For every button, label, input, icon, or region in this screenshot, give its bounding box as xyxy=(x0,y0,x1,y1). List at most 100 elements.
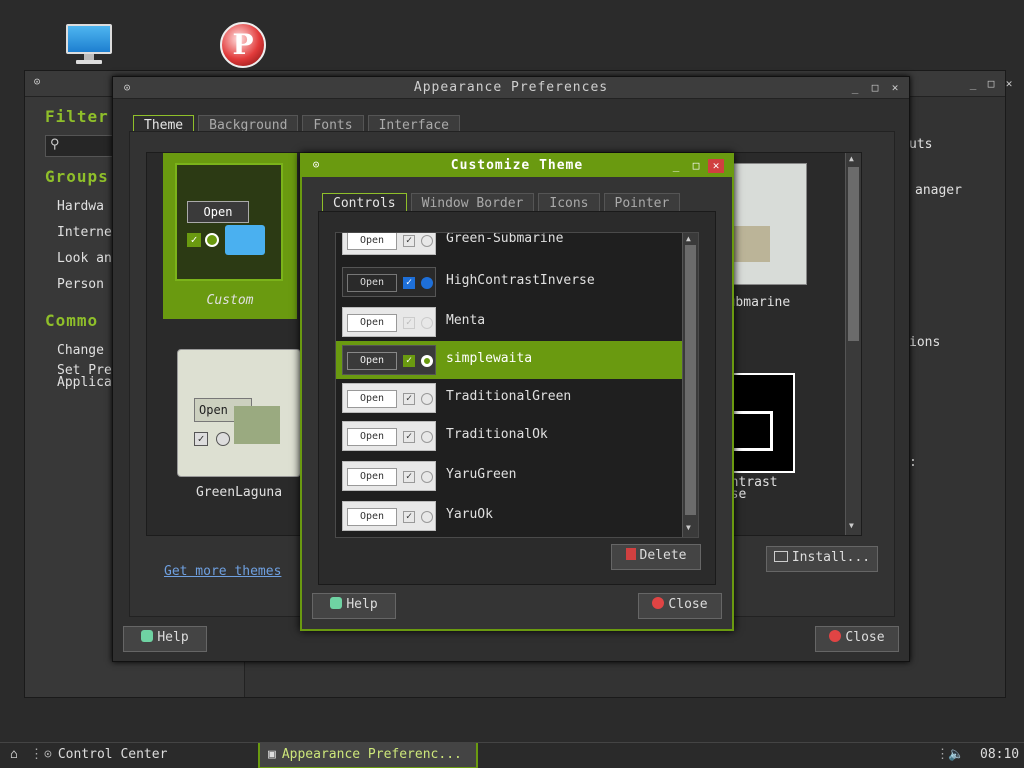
minimize-icon[interactable]: _ xyxy=(847,81,863,95)
theme-thumb-greenlaguna[interactable]: Open ✓ xyxy=(177,349,301,477)
appearance-titlebar: ⊙ Appearance Preferences _ □ ✕ xyxy=(113,77,909,99)
scroll-down-icon[interactable]: ▼ xyxy=(849,521,854,530)
cc-item-shortcuts[interactable]: uts xyxy=(909,137,932,152)
appearance-icon: ▣ xyxy=(268,747,276,762)
preview-open-button: Open xyxy=(347,352,397,370)
install-button[interactable]: Install... xyxy=(766,546,878,572)
help-icon xyxy=(141,630,154,642)
preview-radio-icon xyxy=(421,235,433,247)
preview-radio-icon xyxy=(421,393,433,405)
controls-panel: Open ✓ Green-Submarine Open ✓ HighContrast… xyxy=(318,211,716,585)
preview-open-button: Open xyxy=(347,468,397,486)
theme-preview: Open ✓ xyxy=(342,421,436,451)
taskbar-appearance-label: Appearance Preferenc... xyxy=(281,747,462,762)
common-item-applications-label: Applica xyxy=(57,375,112,390)
folder-icon xyxy=(225,225,265,255)
customize-theme-dialog: ⊙ Customize Theme _ □ ✕ Controls Window … xyxy=(300,153,734,631)
list-scrollbar[interactable]: ▲ ▼ xyxy=(682,233,698,537)
thumb-radio-icon xyxy=(205,233,219,247)
help-button[interactable]: Help xyxy=(123,626,207,652)
folder-icon xyxy=(773,551,788,562)
minimize-icon[interactable]: _ xyxy=(965,77,981,91)
cc-item-partial[interactable]: : xyxy=(909,455,917,470)
group-item-hardware[interactable]: Hardwa xyxy=(57,199,104,214)
thumb-check-icon: ✓ xyxy=(194,432,208,446)
list-item[interactable]: Open ✓ Green-Submarine xyxy=(336,233,682,259)
preview-check-icon: ✓ xyxy=(403,235,415,247)
minimize-icon[interactable]: _ xyxy=(668,159,684,173)
gallery-scrollbar[interactable]: ▲ ▼ xyxy=(845,153,861,535)
delete-button[interactable]: Delete xyxy=(611,544,701,570)
p-app-icon[interactable]: P xyxy=(220,22,266,68)
theme-thumb-custom[interactable]: Open ✓ Custom xyxy=(163,153,297,319)
list-item[interactable]: Open ✓ YaruGreen xyxy=(336,457,682,495)
control-center-icon: ⊙ xyxy=(44,747,52,762)
close-icon[interactable]: ✕ xyxy=(887,81,903,95)
cc-item-sessions[interactable]: ions xyxy=(909,335,940,350)
maximize-icon[interactable]: □ xyxy=(983,77,999,91)
maximize-icon[interactable]: □ xyxy=(867,81,883,95)
scroll-up-icon[interactable]: ▲ xyxy=(849,154,854,163)
maximize-icon[interactable]: □ xyxy=(688,159,704,173)
thumb-open-button: Open xyxy=(187,201,249,223)
clock[interactable]: 08:10 xyxy=(972,743,1024,768)
close-button[interactable]: Close xyxy=(638,593,722,619)
group-item-look[interactable]: Look an xyxy=(57,251,112,266)
theme-name: YaruOk xyxy=(446,507,493,522)
help-button[interactable]: Help xyxy=(312,593,396,619)
theme-name: TraditionalGreen xyxy=(446,389,572,404)
delete-label: Delete xyxy=(639,548,687,563)
common-item-set-preferred[interactable]: Set Pre Applica xyxy=(57,364,112,390)
preview-check-icon: ✓ xyxy=(403,393,415,405)
close-label: Close xyxy=(668,597,708,612)
thumb-radio-icon xyxy=(216,432,230,446)
customize-titlebar: ⊙ Customize Theme _ □ ✕ xyxy=(302,155,732,177)
list-item[interactable]: Open ✓ YaruOk xyxy=(336,497,682,535)
filter-heading: Filter xyxy=(45,107,109,126)
theme-name: TraditionalOk xyxy=(446,427,548,442)
preview-radio-icon xyxy=(421,431,433,443)
controls-theme-list[interactable]: Open ✓ Green-Submarine Open ✓ HighContrast… xyxy=(335,232,699,538)
preview-check-icon: ✓ xyxy=(403,471,415,483)
scrollbar-thumb[interactable] xyxy=(848,167,859,341)
scroll-up-icon[interactable]: ▲ xyxy=(686,234,691,243)
common-item-change[interactable]: Change xyxy=(57,343,104,358)
app-menu-icon[interactable]: ⊙ xyxy=(29,75,45,89)
volume-icon[interactable]: 🔈 xyxy=(946,743,972,768)
close-icon[interactable]: ✕ xyxy=(708,159,724,173)
theme-preview: Open ✓ xyxy=(342,345,436,375)
preview-check-icon: ✓ xyxy=(403,355,415,367)
list-item-selected[interactable]: Open ✓ simplewaita xyxy=(336,341,682,379)
group-item-internet[interactable]: Interne xyxy=(57,225,112,240)
preview-check-icon: ✓ xyxy=(403,277,415,289)
scrollbar-thumb[interactable] xyxy=(685,245,696,515)
get-more-themes-link[interactable]: Get more themes xyxy=(164,564,281,579)
close-icon xyxy=(829,630,842,642)
list-item[interactable]: Open ✓ HighContrastInverse xyxy=(336,263,682,301)
list-item[interactable]: Open ✓ TraditionalOk xyxy=(336,417,682,455)
cc-item-manager[interactable]: anager xyxy=(915,183,962,198)
preview-check-icon: ✓ xyxy=(403,511,415,523)
list-item[interactable]: Open ✓ TraditionalGreen xyxy=(336,379,682,417)
search-icon: ⚲ xyxy=(50,137,60,152)
theme-preview: Open ✓ xyxy=(342,307,436,337)
theme-name: Menta xyxy=(446,313,486,328)
help-icon xyxy=(330,597,343,609)
home-menu-icon[interactable]: ⌂ xyxy=(2,743,22,768)
close-label: Close xyxy=(845,630,885,645)
folder-icon xyxy=(729,411,773,451)
taskbar-appearance-preferences[interactable]: ▣ Appearance Preferenc... xyxy=(258,743,478,768)
close-icon[interactable]: ✕ xyxy=(1001,77,1017,91)
computer-icon[interactable] xyxy=(66,24,112,66)
list-item[interactable]: Open ✓ Menta xyxy=(336,303,682,341)
preview-radio-icon xyxy=(421,277,433,289)
group-item-personal[interactable]: Person xyxy=(57,277,104,292)
taskbar-control-center[interactable]: ⊙ Control Center xyxy=(36,743,236,768)
theme-thumb-label: GreenLaguna xyxy=(195,485,283,500)
close-button[interactable]: Close xyxy=(815,626,899,652)
theme-thumb-label: Custom xyxy=(206,293,254,308)
install-label: Install... xyxy=(791,550,871,565)
groups-heading: Groups xyxy=(45,167,109,186)
scroll-down-icon[interactable]: ▼ xyxy=(686,523,691,532)
theme-name: HighContrastInverse xyxy=(446,273,595,288)
